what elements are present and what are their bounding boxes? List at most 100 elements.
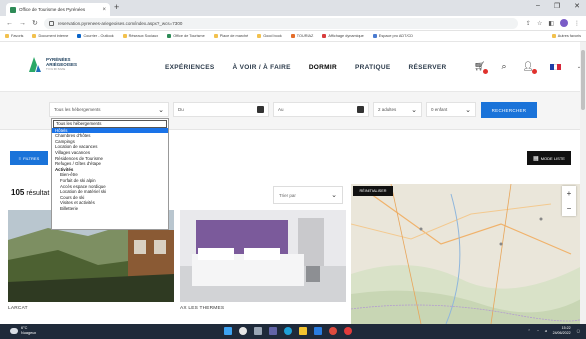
bookmark-item[interactable]: Favoris bbox=[5, 34, 23, 38]
filters-button[interactable]: ≡ FILTRES bbox=[10, 151, 48, 165]
map-view[interactable] bbox=[351, 184, 586, 324]
map-canvas bbox=[351, 184, 586, 324]
share-icon[interactable]: ⇪ bbox=[526, 20, 531, 27]
cart-icon[interactable]: 🛒︎ bbox=[474, 61, 489, 74]
folder-icon bbox=[5, 34, 9, 38]
zoom-out-icon[interactable]: − bbox=[567, 204, 572, 213]
folder-icon bbox=[122, 34, 127, 38]
close-window-icon[interactable]: ✕ bbox=[574, 2, 580, 10]
result-card[interactable]: AX LES THERMES bbox=[180, 210, 346, 322]
site-icon bbox=[290, 34, 295, 38]
maximize-icon[interactable]: ❐ bbox=[554, 2, 560, 10]
page-scrollbar[interactable] bbox=[580, 42, 586, 324]
windows-start-icon[interactable] bbox=[224, 327, 232, 335]
other-bookmarks[interactable]: Autres favoris bbox=[551, 34, 581, 38]
minimize-icon[interactable]: – bbox=[536, 2, 540, 10]
bookmark-item[interactable]: Courrier - Outlook bbox=[77, 34, 114, 38]
forward-icon[interactable]: → bbox=[19, 20, 26, 27]
menu-icon[interactable]: ⋮ bbox=[574, 20, 580, 27]
user-icon[interactable]: 👤︎ bbox=[522, 61, 537, 74]
search-icon[interactable]: ⌕ bbox=[501, 61, 506, 72]
bookmark-item[interactable]: Good book bbox=[257, 34, 282, 38]
task-view-icon[interactable] bbox=[254, 327, 262, 335]
site-icon bbox=[167, 34, 172, 38]
folder-icon bbox=[551, 34, 556, 38]
date-from-field[interactable]: Du bbox=[173, 102, 269, 117]
dropdown-option[interactable]: Billetterie bbox=[52, 206, 168, 212]
bookmark-item[interactable]: Office de Tourisme bbox=[167, 34, 205, 38]
system-tray: ⌃ ◔ ◂ 15:22 24/06/2022 ▢ bbox=[528, 326, 580, 335]
calendar-icon[interactable] bbox=[357, 106, 364, 113]
adults-select[interactable]: 2 adultes ⌄ bbox=[373, 102, 422, 117]
bookmark-item[interactable]: Document interne bbox=[32, 34, 68, 38]
bookmarks-bar: Favoris Document interne Courrier - Outl… bbox=[0, 31, 586, 42]
new-tab-icon[interactable]: + bbox=[114, 2, 119, 12]
store-icon[interactable] bbox=[314, 327, 322, 335]
edge-icon[interactable] bbox=[284, 327, 292, 335]
profile-avatar[interactable] bbox=[560, 19, 568, 27]
url-input[interactable]: reservation.pyrenees-ariegeoises.com/ind… bbox=[43, 17, 518, 29]
site-header: PYRÉNÉES ARIÉGEOISES TOURISME EXPÉRIENCE… bbox=[0, 42, 586, 92]
search-icon[interactable] bbox=[239, 327, 247, 335]
list-mode-button[interactable]: ▦ MODE LISTE bbox=[527, 151, 571, 165]
search-button[interactable]: RECHERCHER bbox=[481, 102, 537, 118]
clock[interactable]: 15:22 24/06/2022 bbox=[553, 326, 571, 335]
chevron-down-icon: ⌄ bbox=[158, 106, 164, 114]
bookmark-item[interactable]: Place de marché bbox=[213, 34, 248, 38]
results-label: résultat bbox=[26, 190, 50, 197]
file-explorer-icon[interactable] bbox=[299, 327, 307, 335]
children-select[interactable]: 0 enfant ⌄ bbox=[426, 102, 476, 117]
bookmark-item[interactable]: Réseaux Sociaux bbox=[122, 34, 158, 38]
windows-taskbar: 6°C Nuageux ⌃ ◔ ◂ 15:22 24/06/2022 ▢ bbox=[0, 324, 586, 339]
teams-icon[interactable] bbox=[269, 327, 277, 335]
browser-tab[interactable]: Office de Tourisme des Pyrénées × bbox=[6, 3, 110, 16]
close-tab-icon[interactable]: × bbox=[102, 7, 106, 13]
dropdown-option[interactable]: Tous les hébergements bbox=[53, 120, 167, 128]
accommodation-type-value: Tous les hébergements bbox=[54, 107, 101, 112]
cart-badge bbox=[483, 69, 489, 74]
folder-icon bbox=[32, 34, 37, 38]
speaker-icon[interactable]: ◂ bbox=[545, 329, 547, 333]
date-to-field[interactable]: Au bbox=[273, 102, 369, 117]
date-to-label: Au bbox=[278, 107, 284, 112]
accommodation-type-select[interactable]: Tous les hébergements ⌄ bbox=[49, 102, 169, 117]
notifications-icon[interactable]: ▢ bbox=[577, 329, 580, 333]
reload-icon[interactable]: ↻ bbox=[32, 19, 38, 27]
scroll-thumb[interactable] bbox=[581, 50, 585, 110]
bookmark-item[interactable]: TOURIAZ bbox=[290, 34, 313, 38]
logo-sub: TOURISME bbox=[46, 67, 66, 71]
nav-a-voir[interactable]: À VOIR / À FAIRE bbox=[233, 64, 291, 71]
back-icon[interactable]: ← bbox=[6, 20, 13, 27]
sort-label: Trier par bbox=[279, 192, 296, 198]
chevron-down-icon: ⌄ bbox=[465, 106, 471, 114]
app-icon[interactable] bbox=[344, 327, 352, 335]
chrome-icon[interactable] bbox=[329, 327, 337, 335]
lock-icon bbox=[48, 20, 54, 26]
sort-select[interactable]: Trier par ⌄ bbox=[273, 186, 343, 204]
reset-map-button[interactable]: RÉINITIALISER bbox=[353, 186, 393, 196]
folder-icon bbox=[213, 34, 218, 38]
site-logo[interactable]: PYRÉNÉES ARIÉGEOISES TOURISME bbox=[28, 55, 77, 73]
nav-experiences[interactable]: EXPÉRIENCES bbox=[165, 64, 215, 71]
date-from-label: Du bbox=[178, 107, 184, 112]
zoom-in-icon[interactable]: + bbox=[567, 189, 572, 198]
cloud-icon bbox=[10, 328, 18, 334]
filters-label: FILTRES bbox=[23, 155, 40, 161]
taskbar-apps bbox=[224, 327, 352, 335]
nav-dormir[interactable]: DORMIR bbox=[309, 64, 337, 71]
chevron-up-icon[interactable]: ⌃ bbox=[528, 329, 531, 333]
language-flag-icon[interactable] bbox=[549, 63, 561, 70]
weather-widget[interactable]: 6°C Nuageux bbox=[10, 326, 36, 335]
nav-reserver[interactable]: RÉSERVER bbox=[409, 64, 447, 71]
star-icon[interactable]: ☆ bbox=[537, 20, 542, 27]
logo-mountain-icon bbox=[29, 57, 41, 72]
extensions-icon[interactable]: ◧ bbox=[548, 20, 554, 27]
bookmark-item[interactable]: Affichage dynamique bbox=[322, 34, 364, 38]
network-icon[interactable]: ◔ bbox=[537, 329, 539, 333]
filters-icon: ≡ bbox=[18, 155, 22, 161]
accommodation-type-dropdown: Tous les hébergements Hôtels Chambres d'… bbox=[51, 118, 169, 230]
outlook-icon bbox=[77, 34, 82, 38]
nav-pratique[interactable]: PRATIQUE bbox=[355, 64, 391, 71]
calendar-icon[interactable] bbox=[257, 106, 264, 113]
bookmark-item[interactable]: Espace pro ADT/CD bbox=[372, 34, 413, 38]
